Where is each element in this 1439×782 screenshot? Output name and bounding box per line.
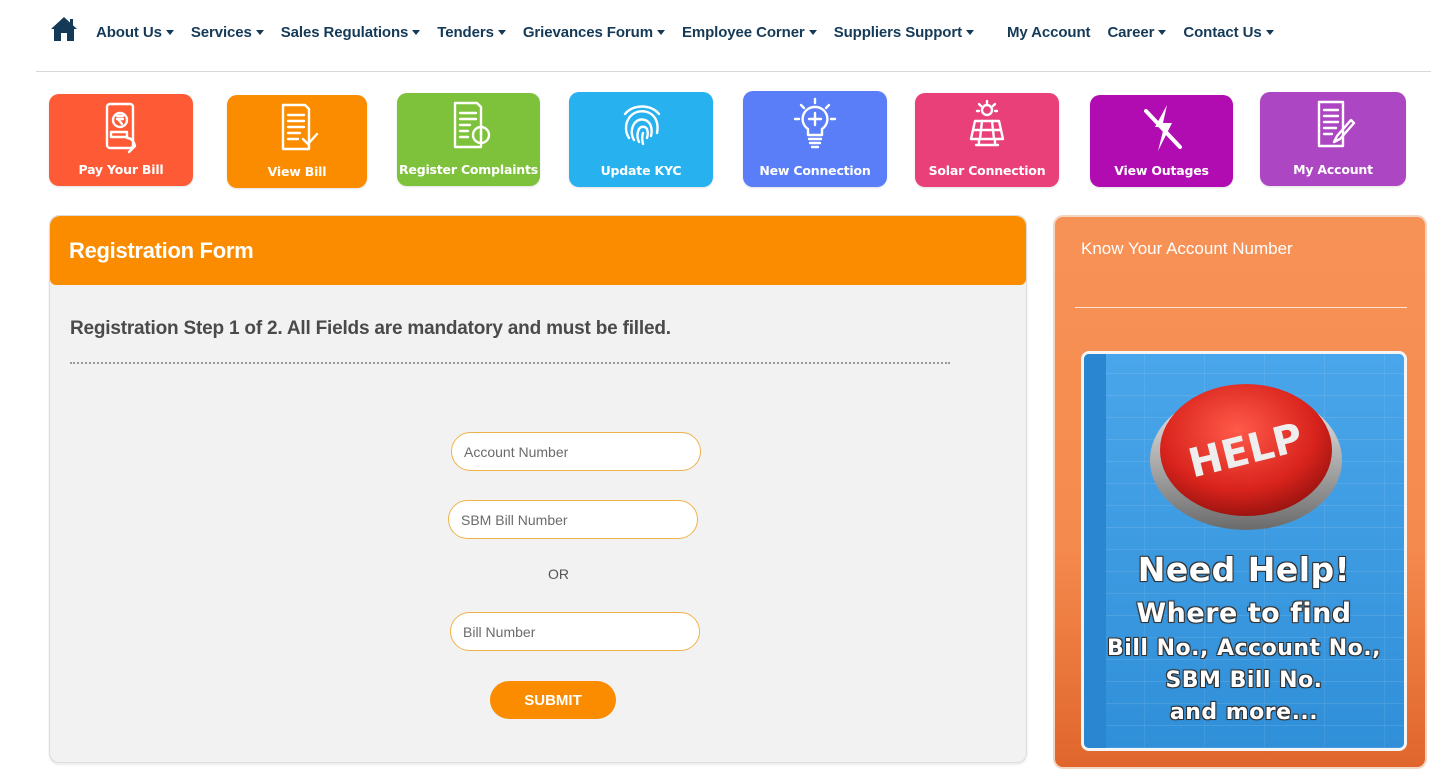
caret-down-icon <box>165 30 174 35</box>
mobile-rupee-payment-icon <box>105 102 137 154</box>
caret-down-icon <box>412 30 421 35</box>
caret-down-icon <box>255 30 264 35</box>
tile-view-outages[interactable]: View Outages <box>1090 95 1233 187</box>
tile-label: View Outages <box>1114 163 1209 178</box>
bill-number-input[interactable] <box>450 612 700 651</box>
solar-panel-icon <box>969 99 1005 147</box>
dotted-divider <box>70 362 950 364</box>
tile-new-connection[interactable]: New Connection <box>743 91 887 187</box>
lightbulb-plus-icon <box>793 97 837 149</box>
bill-check-icon <box>281 103 319 151</box>
where-to-find-line: Where to find <box>1136 598 1352 629</box>
power-outage-icon <box>1143 105 1182 151</box>
help-button-graphic: HELP <box>1150 384 1342 530</box>
tile-solar-connection[interactable]: Solar Connection <box>915 93 1059 187</box>
tile-label: Solar Connection <box>928 163 1046 178</box>
nav-item-my-account[interactable]: My Account <box>1007 24 1091 41</box>
tile-label: New Connection <box>759 163 871 178</box>
nav-item-label: Suppliers Support <box>833 24 962 41</box>
nav-item-services[interactable]: Services <box>191 24 264 41</box>
tile-label: Pay Your Bill <box>78 162 164 177</box>
and-more-line: and more... <box>1169 700 1319 725</box>
caret-down-icon <box>808 30 817 35</box>
side-panel-divider <box>1075 307 1407 308</box>
nav-item-label: My Account <box>1007 24 1091 41</box>
need-help-line: Need Help! <box>1137 550 1351 589</box>
registration-form-header: Registration Form <box>50 216 1026 285</box>
nav-item-label: Grievances Forum <box>522 24 653 41</box>
caret-down-icon <box>497 30 506 35</box>
nav-item-about-us[interactable]: About Us <box>96 24 174 41</box>
side-panel-title: Know Your Account Number <box>1081 239 1293 258</box>
tile-label: Register Complaints <box>399 162 538 177</box>
nav-item-label: Services <box>190 24 252 41</box>
need-help-banner[interactable]: HELP Need Help! Where to find Bill No., … <box>1081 351 1407 751</box>
nav-item-label: Sales Regulations <box>280 24 409 41</box>
tile-update-kyc[interactable]: Update KYC <box>569 92 713 187</box>
tile-label: My Account <box>1293 162 1373 177</box>
caret-down-icon <box>656 30 665 35</box>
nav-item-career[interactable]: Career <box>1107 24 1167 41</box>
nav-item-contact-us[interactable]: Contact Us <box>1183 24 1274 41</box>
registration-step-text: Registration Step 1 of 2. All Fields are… <box>70 318 671 339</box>
complaint-document-icon <box>453 101 490 149</box>
nav-item-label: Tenders <box>437 24 494 41</box>
caret-down-icon <box>1265 30 1274 35</box>
nav-item-label: Employee Corner <box>681 24 805 41</box>
registration-form-panel: Registration Form Registration Step 1 of… <box>49 215 1027 763</box>
tile-my-account[interactable]: My Account <box>1260 92 1406 186</box>
or-separator: OR <box>548 566 569 582</box>
registration-form-title: Registration Form <box>69 238 254 263</box>
bill-account-line: Bill No., Account No., <box>1107 636 1381 661</box>
sbm-bill-number-input[interactable] <box>448 500 698 539</box>
account-number-input[interactable] <box>451 432 701 471</box>
document-edit-icon <box>1317 100 1356 148</box>
nav-menu: About Us Services Sales Regulations Tenders… <box>96 24 1291 41</box>
submit-button[interactable]: SUBMIT <box>490 681 616 719</box>
know-account-number-panel: Know Your Account Number HELP Need Help! <box>1053 215 1427 769</box>
tile-label: View Bill <box>267 164 327 179</box>
top-navigation: About Us Services Sales Regulations Tenders… <box>36 0 1431 72</box>
nav-item-label: About Us <box>96 24 162 41</box>
home-icon[interactable] <box>50 16 78 42</box>
nav-item-grievances-forum[interactable]: Grievances Forum <box>523 24 665 41</box>
tile-label: Update KYC <box>600 163 682 178</box>
nav-item-label: Contact Us <box>1183 24 1262 41</box>
tile-pay-your-bill[interactable]: Pay Your Bill <box>49 94 193 186</box>
tile-view-bill[interactable]: View Bill <box>227 95 367 188</box>
sbm-bill-line: SBM Bill No. <box>1165 668 1323 693</box>
nav-item-tenders[interactable]: Tenders <box>437 24 506 41</box>
nav-item-label: Career <box>1107 24 1155 41</box>
nav-item-employee-corner[interactable]: Employee Corner <box>682 24 817 41</box>
caret-down-icon <box>1158 30 1167 35</box>
caret-down-icon <box>966 30 974 35</box>
nav-item-suppliers-support[interactable]: Suppliers Support <box>834 24 974 41</box>
nav-item-sales-regulations[interactable]: Sales Regulations <box>281 24 421 41</box>
fingerprint-icon <box>623 105 661 146</box>
tile-register-complaints[interactable]: Register Complaints <box>397 93 540 186</box>
